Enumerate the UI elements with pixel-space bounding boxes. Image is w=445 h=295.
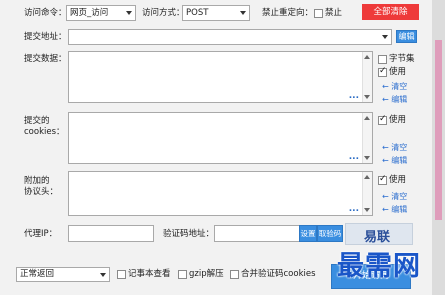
chevron-down-icon <box>126 11 132 15</box>
headers-use-checkbox[interactable] <box>378 174 387 185</box>
merge-cookies-label: 合并验证码cookies <box>241 269 316 279</box>
postdata-edit-link[interactable]: ← 编辑 <box>382 94 407 105</box>
headers-clear-link[interactable]: ← 清空 <box>382 191 407 202</box>
scroll-down-icon[interactable] <box>364 95 370 99</box>
access-method-label: 访问方式： <box>142 8 185 18</box>
captcha-url-label: 验证码地址： <box>163 229 215 239</box>
captcha-logo-text: 易联 <box>364 230 391 245</box>
more-dots[interactable]: ... <box>349 204 359 214</box>
gzip-checkbox[interactable] <box>178 270 187 279</box>
postdata-use-checkbox[interactable] <box>378 66 387 77</box>
byteset-checkbox[interactable] <box>378 55 387 64</box>
url-input[interactable] <box>68 29 392 45</box>
cookies-label-line2: cookies： <box>24 127 65 137</box>
scroll-up-icon[interactable] <box>364 55 370 59</box>
scroll-down-icon[interactable] <box>364 208 370 212</box>
chevron-down-icon <box>382 35 388 39</box>
return-mode-select[interactable]: 正常返回 <box>16 267 110 282</box>
scrollbar[interactable] <box>362 113 372 163</box>
scroll-up-icon[interactable] <box>364 116 370 120</box>
watermark-logo: 最需网 <box>337 251 421 282</box>
notepad-checkbox[interactable] <box>117 270 126 279</box>
forbid-redirect-label: 禁止 <box>325 8 343 18</box>
postdata-use-label: 使用 <box>389 67 407 77</box>
headers-edit-link[interactable]: ← 编辑 <box>382 204 407 215</box>
chevron-down-icon <box>100 273 106 277</box>
postdata-textarea[interactable]: ... <box>68 51 373 103</box>
access-command-select[interactable]: 网页_访问 <box>66 5 136 21</box>
headers-use-label: 使用 <box>389 175 407 185</box>
redirect-label: 禁止重定向： <box>262 8 314 18</box>
byteset-label: 字节集 <box>389 54 415 64</box>
postdata-clear-link[interactable]: ← 清空 <box>382 81 407 92</box>
scrollbar[interactable] <box>362 172 372 215</box>
headers-textarea[interactable]: ... <box>68 171 373 216</box>
captcha-url-input[interactable] <box>214 225 300 242</box>
more-dots[interactable]: ... <box>349 91 359 101</box>
access-method-select[interactable]: POST <box>182 5 250 21</box>
captcha-set-button[interactable]: 设置 <box>299 225 317 242</box>
access-method-value: POST <box>186 8 209 18</box>
clear-all-button[interactable]: 全部清除 <box>362 4 419 20</box>
chevron-down-icon <box>240 11 246 15</box>
cookies-use-checkbox[interactable] <box>378 114 387 125</box>
cookies-edit-link[interactable]: ← 编辑 <box>382 155 407 166</box>
captcha-fetch-button[interactable]: 取验码 <box>317 225 343 242</box>
headers-label-line2: 协议头： <box>24 187 59 197</box>
forbid-redirect-checkbox[interactable] <box>314 9 323 18</box>
window-edge <box>432 0 445 295</box>
scroll-down-icon[interactable] <box>364 156 370 160</box>
proxy-input[interactable] <box>68 225 154 242</box>
cookies-textarea[interactable]: ... <box>68 112 373 164</box>
proxy-label: 代理IP： <box>24 229 58 239</box>
scroll-up-icon[interactable] <box>364 175 370 179</box>
merge-cookies-checkbox[interactable] <box>230 270 239 279</box>
gzip-label: gzip解压 <box>189 269 224 279</box>
url-label: 提交地址： <box>24 32 67 42</box>
side-strip <box>435 40 442 220</box>
notepad-label: 记事本查看 <box>128 269 171 279</box>
scrollbar[interactable] <box>362 52 372 102</box>
return-mode-value: 正常返回 <box>20 269 55 279</box>
cookies-use-label: 使用 <box>389 115 407 125</box>
url-edit-button[interactable]: 编辑 <box>396 30 417 43</box>
captcha-image: 易联 <box>345 223 413 245</box>
postdata-label: 提交数据： <box>24 54 67 64</box>
more-dots[interactable]: ... <box>349 152 359 162</box>
access-command-value: 网页_访问 <box>70 8 109 18</box>
cookies-clear-link[interactable]: ← 清空 <box>382 142 407 153</box>
access-command-label: 访问命令： <box>24 8 67 18</box>
